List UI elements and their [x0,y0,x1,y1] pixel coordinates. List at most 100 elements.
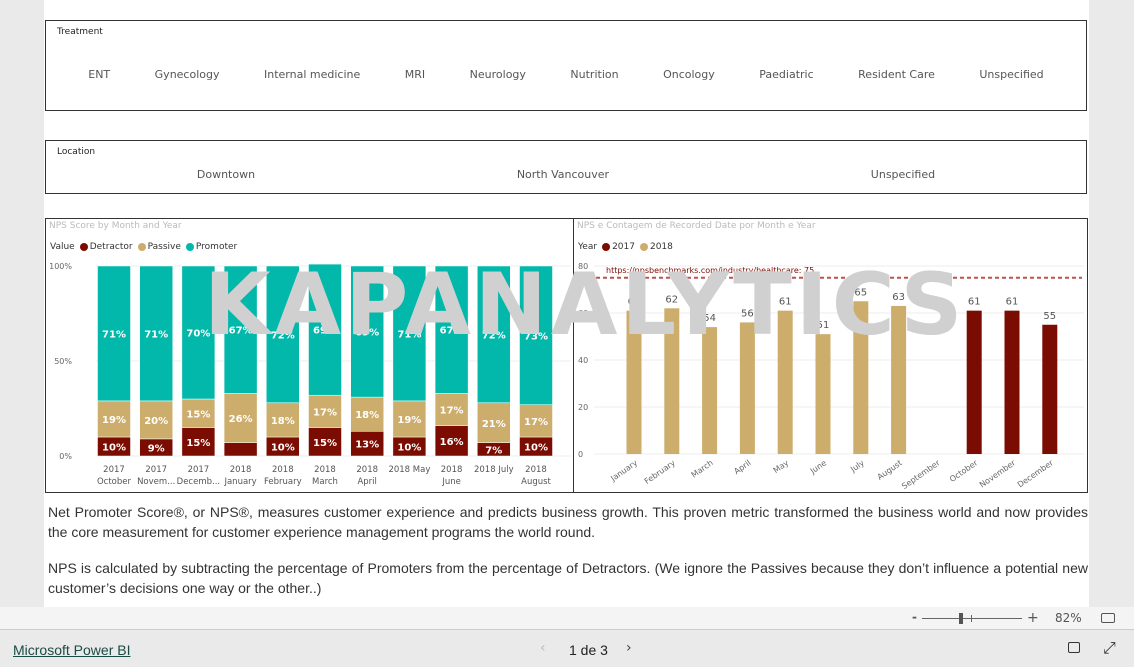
data-label: 61 [968,297,981,308]
treatment-option[interactable]: Oncology [663,68,715,81]
y-tick-label: 40 [578,356,588,365]
treatment-option[interactable]: Resident Care [858,68,935,81]
share-icon[interactable] [1068,642,1080,653]
data-label: 20% [144,416,168,427]
footer: Microsoft Power BI ‹ 1 de 3 › ⤢ [0,631,1134,667]
x-tick-label: April [732,458,752,476]
nps-stacked-chart[interactable]: NPS Score by Month and Year Value Detrac… [45,218,574,493]
description-paragraph: Net Promoter Score®, or NPS®, measures c… [48,504,1088,540]
nps-monthly-chart[interactable]: NPS e Contagem de Recorded Date por Mont… [573,218,1088,493]
treatment-option[interactable]: Unspecified [979,68,1043,81]
data-label: 18% [355,410,379,421]
treatment-option[interactable]: MRI [405,68,425,81]
data-label: 10% [102,443,126,454]
x-tick-label: 2018 [525,465,547,475]
fit-to-page-icon[interactable] [1101,613,1115,623]
report-canvas: Treatment ENT Gynecology Internal medicine… [44,0,1089,607]
data-label: 55 [1043,311,1056,322]
data-label: 19% [397,415,421,426]
x-tick-label: September [900,458,942,491]
data-label: 51 [817,320,830,331]
zoom-out-button[interactable]: - [912,610,917,624]
legend-label: Passive [147,242,181,252]
data-label: 71% [144,329,168,340]
data-label: 16% [440,437,464,448]
data-label: 10% [397,443,421,454]
zoom-slider-tick [971,615,972,622]
zoom-level: 82% [1055,611,1082,625]
data-label: 67% [440,326,464,337]
zoom-bar: - + 82% [0,607,1134,630]
data-label: 63 [892,292,905,303]
x-tick-label: October [97,477,132,487]
data-label: 7% [485,445,502,456]
legend-dot-promoter [185,243,194,251]
location-slicer-title: Location [57,147,96,157]
data-label: 10% [524,443,548,454]
next-page-icon[interactable]: › [626,640,632,656]
x-tick-label: February [643,458,677,486]
bar-2018 [853,301,869,454]
zoom-slider[interactable] [922,613,1022,624]
data-label: 19% [102,415,126,426]
zoom-in-button[interactable]: + [1027,610,1039,626]
legend-label: 2018 [649,242,673,252]
chart-legend: Value Detractor Passive Promoter [50,242,237,252]
bar-2018 [739,322,755,454]
bar-2018 [702,327,718,454]
data-label: 13% [355,440,379,451]
bar-2017 [1042,324,1058,454]
zoom-slider-thumb[interactable] [959,613,963,624]
x-tick-label: November [978,458,1018,490]
location-slicer: Location Downtown North Vancouver Unspecif… [45,140,1087,194]
nps-description: Net Promoter Score®, or NPS®, measures c… [48,502,1088,607]
y-tick-label: 60 [578,309,588,318]
reference-line-label: https://npsbenchmarks.com/industry/healt… [606,266,814,275]
x-tick-label: May [772,458,791,475]
prev-page-icon[interactable]: ‹ [540,640,546,656]
x-tick-label: 2018 May [388,465,430,475]
y-tick-label: 50% [54,357,72,366]
x-tick-label: August [521,477,551,487]
data-label: 17% [313,407,337,418]
data-label: 61 [1006,297,1019,308]
y-tick-label: 0 [578,450,583,459]
x-tick-label: Novem... [137,477,175,487]
bar-2018 [891,305,907,454]
x-tick-label: January [223,477,256,487]
data-label: 18% [271,416,295,427]
treatment-option[interactable]: ENT [88,68,110,81]
treatment-option[interactable]: Gynecology [155,68,220,81]
location-option[interactable]: North Vancouver [517,168,609,181]
data-label: 73% [524,331,548,342]
x-tick-label: October [948,458,980,484]
power-bi-link[interactable]: Microsoft Power BI [13,642,130,658]
location-option[interactable]: Unspecified [871,168,935,181]
x-tick-label: April [357,477,376,487]
data-label: 69% [313,326,337,337]
data-label: 15% [186,409,210,420]
fullscreen-icon[interactable]: ⤢ [1103,638,1116,658]
y-tick-label: 80 [578,262,588,271]
data-label: 72% [482,330,506,341]
legend-title: Value [50,242,75,252]
x-tick-label: March [312,477,338,487]
data-label: 69% [355,328,379,339]
data-label: 54 [703,313,716,324]
treatment-option[interactable]: Internal medicine [264,68,360,81]
x-tick-label: 2017 [188,465,210,475]
x-tick-label: August [876,458,904,481]
legend-dot-detractor [79,243,88,251]
x-tick-label: 2018 [272,465,294,475]
treatment-option[interactable]: Paediatric [759,68,813,81]
legend-dot-2017 [602,243,611,251]
legend-title: Year [578,242,598,252]
x-tick-label: July [848,458,866,474]
treatment-option[interactable]: Nutrition [570,68,618,81]
location-option[interactable]: Downtown [197,168,255,181]
treatment-slicer-title: Treatment [57,27,103,37]
y-tick-label: 20 [578,403,588,412]
x-tick-label: March [690,458,715,479]
treatment-option[interactable]: Neurology [470,68,526,81]
data-label: 56 [741,308,754,319]
